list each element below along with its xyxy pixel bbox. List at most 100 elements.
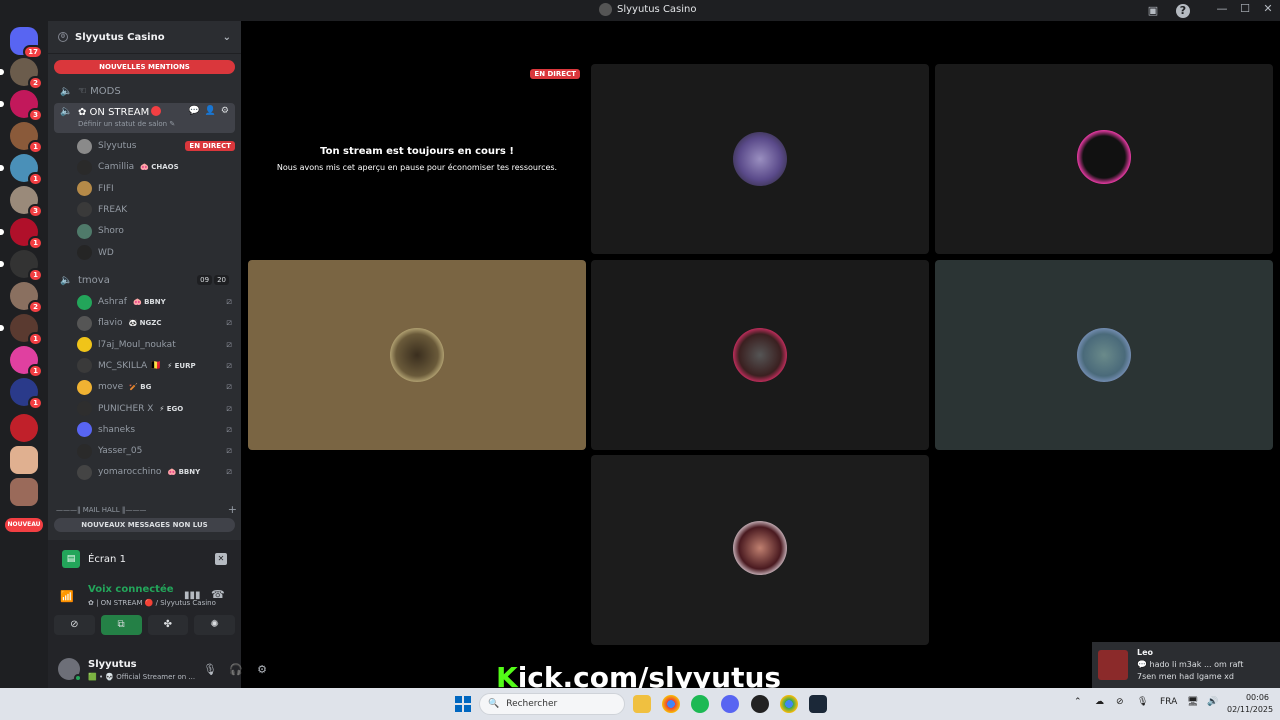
server-icon[interactable]: 1 [10,346,43,378]
paused-stream-tile[interactable]: EN DIRECT Ton stream est toujours en cou… [248,64,586,254]
message-notification[interactable]: Leo 💬 hado li m3ak ... om raft 7sen men … [1092,642,1280,688]
signal-icon[interactable]: 📶 [60,590,74,603]
app-icon[interactable] [751,695,769,713]
unread-messages-button[interactable]: NOUVEAUX MESSAGES NON LUS [54,518,235,532]
voice-user[interactable]: MC_SKILLA 🇧🇪 ⚡ EURP ⧄ [77,356,235,376]
voice-channel-mods[interactable]: 🔈 ☜ MODS [54,81,235,101]
participant-tile[interactable] [248,260,586,450]
voice-user[interactable]: PUNICHER X ⚡ EGO ⧄ [77,399,235,419]
microphone-icon[interactable]: 🎙 [203,663,217,676]
tray-icon[interactable]: ⊘ [1116,697,1124,707]
voice-user[interactable]: Camillia 🐽 CHAOS [77,157,235,177]
share-screen-button[interactable]: ⧉ [100,615,142,635]
channel-status[interactable]: Définir un statut de salon ✎ [78,120,175,128]
muted-icon: ⧄ [226,467,232,478]
server-header[interactable]: 0 Slyyutus Casino ⌄ [48,21,241,54]
voice-user[interactable]: FIFI [77,179,235,199]
muted-icon: ⧄ [226,382,232,393]
voice-user[interactable]: move 🏏 BG ⧄ [77,377,235,397]
soundboard-button[interactable]: ✺ [194,615,235,635]
server-icon[interactable]: 3 [10,186,43,218]
direct-messages-button[interactable]: 17 [10,27,43,59]
add-user-icon[interactable]: 👤 [205,106,216,116]
participant-tile[interactable] [935,260,1273,450]
voice-user[interactable]: Yasser_05 ⧄ [77,441,235,461]
voice-status-title[interactable]: Voix connectée [88,584,174,595]
server-icon[interactable]: 1 [10,378,43,410]
voice-user[interactable]: shaneks ⧄ [77,420,235,440]
steam-icon[interactable] [809,695,827,713]
language-indicator[interactable]: FRA [1160,697,1177,707]
server-icon[interactable]: 1 [0,218,43,250]
voice-user[interactable]: l7aj_Moul_noukat ⧄ [77,335,235,355]
file-explorer-icon[interactable] [633,695,651,713]
server-icon[interactable]: 2 [0,58,43,90]
help-icon[interactable]: ? [1176,4,1190,18]
participant-tile[interactable] [591,455,929,645]
server-icon[interactable]: 1 [10,122,43,154]
category-mail-hall[interactable]: ———‖ MAIL HALL ‖——— + [56,503,237,516]
live-badge: EN DIRECT [185,141,235,151]
screen-icon: ▤ [62,550,80,568]
disconnect-icon[interactable]: ☎ [211,588,225,601]
chrome-icon[interactable] [780,695,798,713]
close-icon[interactable]: ✕ [215,553,227,565]
avatar [77,422,92,438]
voice-user[interactable]: Shoro [77,221,235,241]
taskbar-search[interactable]: 🔍 Rechercher [479,693,625,715]
voice-user[interactable]: yomarocchino 🐽 BBNY ⧄ [77,462,235,482]
user-name: yomarocchino [98,467,162,478]
participant-tile[interactable] [935,64,1273,254]
voice-user[interactable]: FREAK [77,200,235,220]
maximize-button[interactable]: ☐ [1237,2,1253,15]
microphone-icon[interactable]: 🎙 [1137,697,1148,707]
participant-tile[interactable] [591,260,929,450]
close-window-button[interactable]: ✕ [1260,2,1276,15]
voice-user[interactable]: WD [77,243,235,263]
server-icon[interactable]: 1 [0,250,43,282]
minimize-button[interactable]: — [1214,2,1230,15]
screen-label: Écran 1 [88,553,126,565]
gear-icon[interactable]: ⚙ [221,106,229,116]
inbox-icon[interactable]: ▣ [1146,4,1160,18]
voice-user[interactable]: Slyyutus EN DIRECT [77,136,235,156]
server-icon[interactable] [10,414,38,442]
participant-tile[interactable] [591,64,929,254]
gear-icon[interactable]: ⚙ [255,663,269,676]
server-icon[interactable] [10,446,38,474]
new-servers-badge[interactable]: NOUVEAU [5,518,43,532]
boost-icon: 0 [58,32,68,42]
camera-off-button[interactable]: ⊘ [54,615,95,635]
screen-share-card[interactable]: ▤ Écran 1 ✕ [54,544,235,574]
taskbar-clock[interactable]: 00:06 02/11/2025 [1227,692,1273,716]
network-icon[interactable]: 🖥 [1187,697,1198,707]
spotify-icon[interactable] [691,695,709,713]
voice-user[interactable]: flavio 🐼 NGZC ⧄ [77,313,235,333]
server-icon[interactable] [10,478,38,506]
volume-icon[interactable]: 🔊 [1207,697,1218,707]
avatar [1098,650,1128,680]
user-name[interactable]: Slyyutus [88,659,137,670]
avatar [77,401,92,416]
tray-icon[interactable]: ☁ [1095,697,1104,707]
server-icon[interactable]: 1 [0,314,43,346]
voice-user[interactable]: Ashraf 🐽 BBNY ⧄ [77,292,235,312]
chat-icon[interactable]: 💬 [188,106,199,116]
discord-icon[interactable] [721,695,739,713]
user-name: PUNICHER X [98,403,154,414]
headphones-icon[interactable]: 🎧 [229,663,243,676]
server-icon[interactable]: 2 [10,282,43,314]
voice-channel-on-stream[interactable]: 🔈 ✿ ON STREAM Définir un statut de salon… [54,103,235,133]
voice-channel-tmova[interactable]: 🔈 tmova 09 20 [54,270,235,290]
add-channel-icon[interactable]: + [228,503,237,516]
windows-start-icon[interactable] [455,696,471,712]
clan-tag: 🐽 CHAOS [140,163,179,172]
server-icon[interactable]: 1 [0,154,43,186]
chevron-up-icon[interactable]: ⌃ [1074,697,1082,707]
noise-suppression-icon[interactable]: ▮▮▮ [184,590,201,601]
new-mentions-button[interactable]: NOUVELLES MENTIONS [54,60,235,74]
server-icon[interactable]: 3 [0,90,43,122]
activities-button[interactable]: ✤ [147,615,189,635]
muted-icon: ⧄ [226,297,232,307]
chrome-icon[interactable] [662,695,680,713]
